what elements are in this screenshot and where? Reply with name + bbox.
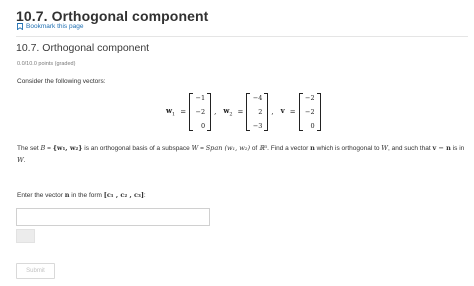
submit-button[interactable]: Submit <box>16 263 55 279</box>
matrix-entry: −2 <box>195 108 206 116</box>
matrix-entry: 0 <box>200 122 206 130</box>
problem-intro: Consider the following vectors: <box>17 78 106 85</box>
vector-w2-matrix: −4 2 −3 <box>246 93 269 131</box>
math-preview-box <box>16 229 35 243</box>
vector-w2-label: w2 <box>223 106 233 118</box>
vector-v-label: v <box>280 106 285 116</box>
matrix-entry: 0 <box>310 122 315 130</box>
matrix-entry: −2 <box>305 108 315 116</box>
matrix-entry: −3 <box>252 122 263 130</box>
bookmark-label: Bookmark this page <box>26 23 84 30</box>
answer-input[interactable] <box>16 208 210 226</box>
points-status: 0.0/10.0 points (graded) <box>17 61 76 67</box>
vector-v-matrix: −2 −2 0 <box>298 93 321 131</box>
answer-prompt: Enter the vector n in the form [c₁ , c₂ … <box>17 191 146 199</box>
problem-statement: The set B = {w₁, w₂} is an orthogonal ba… <box>17 144 465 164</box>
bookmark-link[interactable]: Bookmark this page <box>17 23 83 30</box>
vector-definitions: w1 = −1 −2 0 , w2 = −4 2 −3 , v = −2 −2 … <box>166 93 321 131</box>
page-title: 10.7. Orthogonal component <box>16 8 209 24</box>
matrix-entry: −1 <box>195 94 206 102</box>
vector-w1-label: w1 <box>166 106 176 118</box>
bookmark-icon <box>17 23 23 30</box>
problem-title: 10.7. Orthogonal component <box>16 42 150 54</box>
matrix-entry: −2 <box>305 94 315 102</box>
vector-w1-matrix: −1 −2 0 <box>189 93 212 131</box>
header-divider <box>16 36 468 37</box>
matrix-entry: −4 <box>252 94 263 102</box>
matrix-entry: 2 <box>258 108 263 116</box>
